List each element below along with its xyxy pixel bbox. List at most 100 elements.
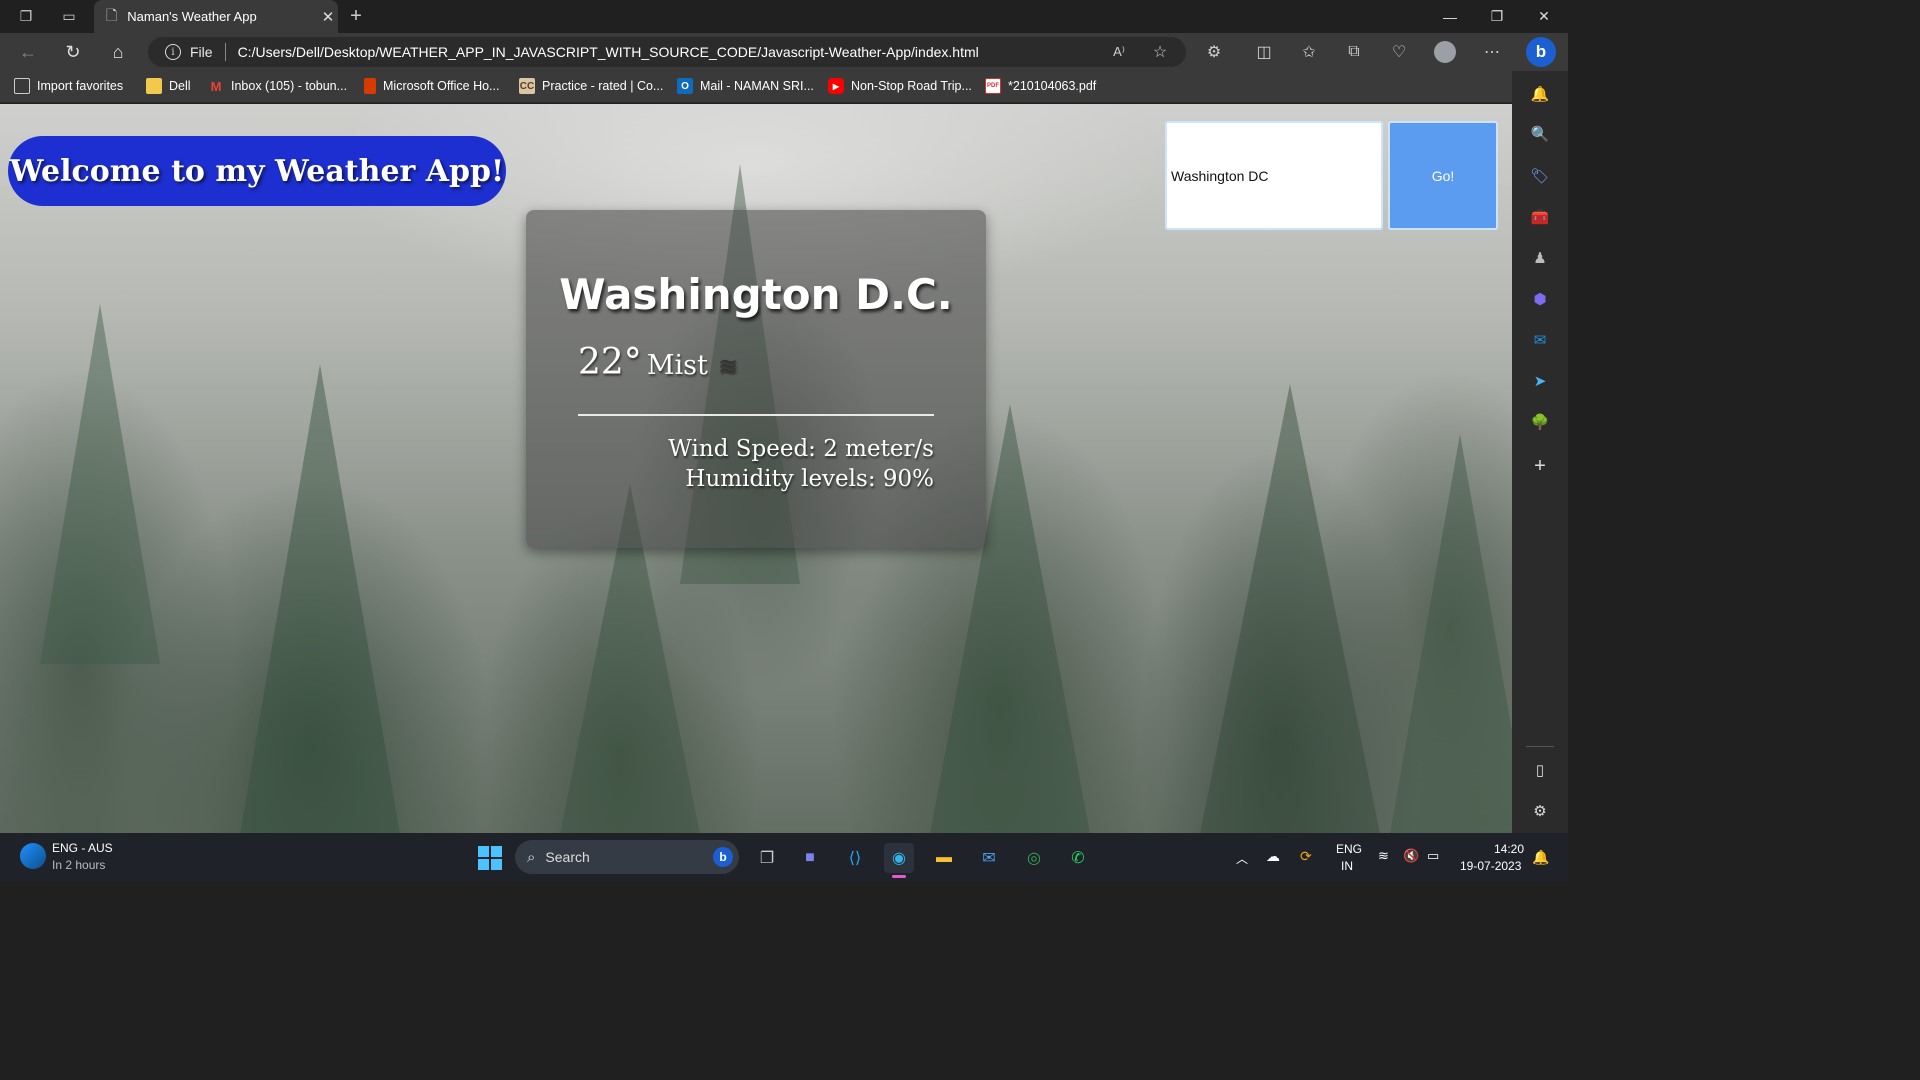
- battery-icon[interactable]: ▭: [1427, 848, 1439, 864]
- volume-muted-icon[interactable]: 🔇: [1403, 848, 1419, 864]
- bing-copilot-icon[interactable]: b: [1526, 37, 1556, 67]
- back-icon[interactable]: ←: [15, 40, 41, 64]
- teams-chat-icon[interactable]: ■: [795, 843, 825, 873]
- fav-label: Dell: [169, 79, 191, 93]
- close-tab-icon[interactable]: ✕: [318, 8, 338, 26]
- task-view-icon[interactable]: ❐: [752, 843, 782, 873]
- language-top[interactable]: ENG: [1336, 842, 1362, 856]
- weather-widget-sub: In 2 hours: [52, 858, 106, 872]
- tab-weather-app[interactable]: 🗋 Naman's Weather App ✕: [94, 0, 338, 33]
- import-icon: [14, 78, 30, 94]
- bing-icon: b: [713, 847, 733, 867]
- onedrive-cloud-icon[interactable]: ☁: [1266, 848, 1280, 865]
- edge-browser-icon[interactable]: ◉: [884, 843, 914, 873]
- fav-item-inbox[interactable]: M Inbox (105) - tobun...: [208, 75, 347, 97]
- extensions-icon[interactable]: ⚙: [1202, 40, 1226, 64]
- address-divider: [224, 43, 226, 61]
- site-info-icon[interactable]: i: [165, 44, 181, 60]
- search-icon[interactable]: 🔍: [1528, 122, 1552, 146]
- mail-icon[interactable]: ✉: [974, 843, 1004, 873]
- codechef-icon: CC: [519, 78, 535, 94]
- show-hidden-icons-icon[interactable]: ︿: [1236, 850, 1248, 867]
- fav-item-pdf[interactable]: PDF *210104063.pdf: [985, 75, 1096, 97]
- workspaces-icon[interactable]: ❐: [14, 4, 38, 28]
- gmail-icon: M: [210, 78, 222, 94]
- fav-item-mail[interactable]: O Mail - NAMAN SRI...: [677, 75, 814, 97]
- outlook-icon[interactable]: ✉: [1528, 328, 1552, 352]
- fav-item-office[interactable]: Microsoft Office Ho...: [364, 75, 499, 97]
- sync-icon[interactable]: ⟳: [1300, 848, 1312, 865]
- fav-label: Microsoft Office Ho...: [383, 79, 500, 93]
- profile-avatar-icon[interactable]: [1433, 40, 1457, 64]
- card-divider: [578, 414, 934, 416]
- address-scheme: File: [190, 44, 213, 60]
- settings-gear-icon[interactable]: ⚙: [1528, 799, 1552, 823]
- weather-page: Welcome to my Weather App! Go! Washingto…: [0, 104, 1512, 833]
- add-sidebar-item-icon[interactable]: +: [1528, 454, 1552, 478]
- refresh-icon[interactable]: ↻: [60, 40, 86, 64]
- notification-bell-icon[interactable]: 🔔: [1528, 82, 1552, 106]
- copilot-icon[interactable]: ⬢: [1528, 287, 1552, 311]
- collections-icon[interactable]: ⧉: [1342, 40, 1366, 64]
- favorites-icon[interactable]: ✩: [1297, 40, 1321, 64]
- folder-icon: [146, 78, 162, 94]
- tools-icon[interactable]: 🧰: [1528, 205, 1552, 229]
- tab-actions-icon[interactable]: ▭: [57, 4, 81, 28]
- weather-widget-icon[interactable]: [20, 843, 46, 869]
- clock-time[interactable]: 14:20: [1494, 842, 1524, 856]
- home-icon[interactable]: ⌂: [105, 40, 131, 64]
- city-search-input[interactable]: [1165, 121, 1383, 230]
- fav-item-codechef[interactable]: CC Practice - rated | Co...: [519, 75, 663, 97]
- fav-label: *210104063.pdf: [1008, 79, 1097, 93]
- split-screen-icon[interactable]: ◫: [1252, 40, 1276, 64]
- fav-item-import[interactable]: Import favorites: [14, 75, 123, 97]
- weather-widget-label[interactable]: ENG - AUS: [52, 841, 113, 855]
- youtube-icon: ▶: [828, 78, 844, 94]
- fav-label: Mail - NAMAN SRI...: [700, 79, 814, 93]
- address-url[interactable]: C:/Users/Dell/Desktop/WEATHER_APP_IN_JAV…: [238, 44, 979, 60]
- mist-icon: ≋: [717, 352, 738, 380]
- go-button[interactable]: Go!: [1388, 121, 1498, 230]
- outlook-icon: O: [677, 78, 693, 94]
- minimize-icon[interactable]: —: [1427, 0, 1473, 33]
- windows-start-icon[interactable]: [475, 843, 505, 873]
- wind-speed: Wind Speed: 2 meter/s: [668, 436, 934, 462]
- fav-label: Non-Stop Road Trip...: [851, 79, 972, 93]
- wifi-icon[interactable]: ≋: [1378, 848, 1389, 864]
- more-options-icon[interactable]: ⋯: [1480, 40, 1504, 64]
- send-icon[interactable]: ➤: [1528, 369, 1552, 393]
- tree-icon[interactable]: 🌳: [1528, 410, 1552, 434]
- fav-item-youtube[interactable]: ▶ Non-Stop Road Trip...: [828, 75, 972, 97]
- browser-essentials-icon[interactable]: ♡: [1387, 40, 1411, 64]
- fav-label: Import favorites: [37, 79, 124, 93]
- office-icon: [364, 78, 376, 94]
- new-tab-icon[interactable]: +: [344, 4, 368, 28]
- hide-sidebar-icon[interactable]: ▯: [1528, 758, 1552, 782]
- read-aloud-icon[interactable]: A⁾: [1107, 40, 1131, 64]
- restore-icon[interactable]: ❐: [1474, 0, 1520, 33]
- weather-card: Washington D.C. 22° Mist ≋ Wind Speed: 2…: [526, 210, 986, 548]
- vscode-icon[interactable]: ⟨⟩: [840, 843, 870, 873]
- clock-date[interactable]: 19-07-2023: [1460, 859, 1521, 873]
- pdf-icon: PDF: [985, 78, 1001, 94]
- tree-silhouette: [1390, 434, 1512, 833]
- page-icon: 🗋: [106, 6, 118, 23]
- humidity: Humidity levels: 90%: [685, 466, 934, 492]
- close-window-icon[interactable]: ✕: [1521, 0, 1567, 33]
- taskbar-search-label: Search: [545, 849, 590, 865]
- active-app-indicator: [892, 875, 906, 878]
- taskbar-search[interactable]: ⌕ Search b: [515, 840, 739, 874]
- shopping-tag-icon[interactable]: 🏷: [1528, 164, 1552, 188]
- whatsapp-icon[interactable]: ✆: [1063, 843, 1093, 873]
- file-explorer-icon[interactable]: ▬: [929, 843, 959, 873]
- chrome-icon[interactable]: ◎: [1019, 843, 1049, 873]
- games-icon[interactable]: ♟: [1528, 246, 1552, 270]
- notification-center-icon[interactable]: 🔔: [1532, 849, 1549, 866]
- address-bar[interactable]: i File C:/Users/Dell/Desktop/WEATHER_APP…: [148, 37, 1186, 67]
- favorite-star-icon[interactable]: ☆: [1148, 40, 1172, 64]
- fav-item-dell[interactable]: Dell: [146, 75, 191, 97]
- language-bottom[interactable]: IN: [1341, 859, 1353, 873]
- city-name: Washington D.C.: [559, 270, 953, 319]
- sidebar-divider: [1526, 746, 1554, 747]
- windows-taskbar: [0, 833, 1568, 882]
